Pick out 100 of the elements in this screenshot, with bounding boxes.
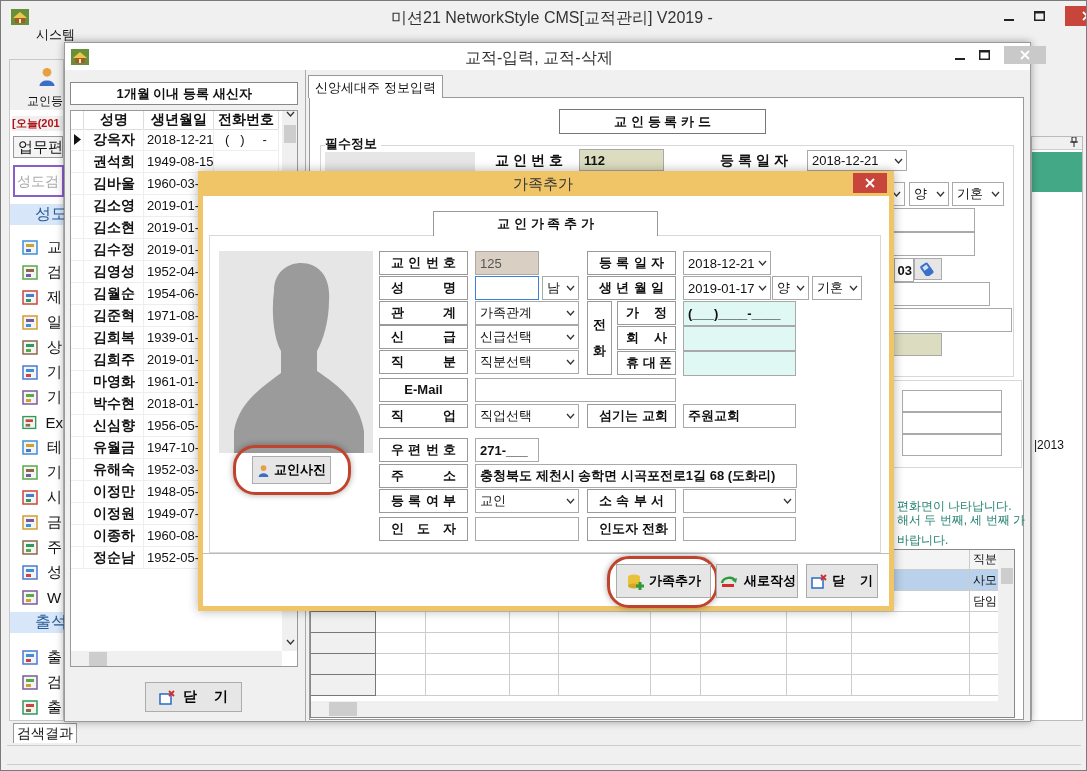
dropdown[interactable]: 신급선택	[475, 325, 579, 349]
tab[interactable]: 신앙세대주 정보입력	[308, 75, 443, 98]
row-marker[interactable]	[71, 415, 84, 437]
sidebar-item[interactable]: 검	[10, 670, 63, 695]
row-marker[interactable]	[71, 129, 84, 151]
row-marker[interactable]	[71, 173, 84, 195]
row-marker[interactable]	[71, 481, 84, 503]
readonly-field[interactable]: 125	[475, 251, 539, 275]
scrollbar[interactable]	[311, 701, 1014, 717]
sidebar-item[interactable]: 테	[10, 435, 63, 460]
table-row[interactable]	[311, 654, 999, 675]
sidebar-item[interactable]: 제	[10, 285, 63, 310]
sidebar-item[interactable]: 시	[10, 485, 63, 510]
menu-item[interactable]: 시스템	[36, 26, 75, 44]
scrollbar[interactable]	[282, 111, 297, 171]
toolbar-button[interactable]: 교인등	[10, 60, 63, 110]
pin-icon[interactable]	[1070, 137, 1078, 147]
row-marker[interactable]	[71, 437, 84, 459]
row-marker[interactable]	[71, 459, 84, 481]
sidebar-item[interactable]: 기	[10, 460, 63, 485]
dropdown[interactable]: 기혼	[812, 276, 862, 300]
close-button[interactable]	[853, 173, 887, 193]
sidebar-item[interactable]: 기	[10, 360, 63, 385]
sidebar-item[interactable]: 주	[10, 535, 63, 560]
sidebar-item[interactable]: Ex	[10, 410, 63, 435]
result-tab[interactable]: 검색결과	[13, 723, 77, 743]
sidebar-item[interactable]: 일	[10, 310, 63, 335]
row-marker[interactable]	[71, 239, 84, 261]
dropdown[interactable]: 2019-01-17	[683, 276, 771, 300]
close-icon[interactable]	[865, 178, 875, 188]
table-cell: 마영화	[84, 371, 144, 393]
field-label: 전화	[587, 301, 612, 375]
dropdown[interactable]: 가족관계	[475, 301, 579, 325]
table-row[interactable]	[311, 675, 999, 696]
sidebar-item[interactable]: 상	[10, 335, 63, 360]
text-field[interactable]	[683, 517, 796, 541]
dropdown[interactable]: 양	[772, 276, 809, 300]
dropdown[interactable]: 2018-12-21	[807, 150, 907, 171]
row-marker[interactable]	[71, 349, 84, 371]
dialog-button[interactable]: 가족추가	[616, 564, 711, 598]
dropdown[interactable]: 교인	[475, 489, 579, 513]
search-field[interactable]: 성도검	[13, 165, 64, 197]
photo-button[interactable]: 교인사진	[252, 456, 331, 484]
column-header[interactable]: 성명	[84, 111, 144, 130]
column-header[interactable]: 생년월일	[144, 111, 214, 130]
phone-button[interactable]	[914, 258, 942, 280]
text-field[interactable]	[475, 378, 676, 402]
phone-field[interactable]: (___)____-____	[683, 301, 796, 326]
readonly-field[interactable]: 112	[579, 149, 664, 171]
dropdown[interactable]: 기혼	[952, 182, 1004, 206]
text-field[interactable]: 271-___	[475, 438, 539, 462]
maximize-icon[interactable]	[979, 50, 990, 60]
close-button[interactable]: 닫 기	[145, 682, 242, 712]
phone-field[interactable]	[683, 351, 796, 376]
dropdown[interactable]	[683, 489, 796, 513]
dropdown[interactable]: 직업선택	[475, 404, 579, 428]
dropdown[interactable]: 직분선택	[475, 350, 579, 374]
sidebar-item[interactable]: W	[10, 585, 63, 610]
sidebar-item[interactable]: 기	[10, 385, 63, 410]
row-marker[interactable]	[71, 525, 84, 547]
text-field[interactable]: 03	[894, 258, 914, 282]
phone-field[interactable]	[683, 326, 796, 351]
text-field[interactable]	[475, 517, 579, 541]
dropdown[interactable]: 남	[542, 276, 579, 300]
sidebar-item[interactable]: 교	[10, 235, 63, 260]
sidebar-item[interactable]: 출	[10, 695, 63, 720]
table-row[interactable]	[311, 633, 999, 654]
maximize-icon[interactable]	[1034, 11, 1045, 21]
dropdown[interactable]: 2018-12-21	[683, 251, 771, 275]
dropdown[interactable]: 양	[909, 182, 949, 206]
scrollbar[interactable]	[282, 611, 297, 651]
row-marker[interactable]	[71, 261, 84, 283]
panel-tab[interactable]: 업무편	[13, 136, 63, 158]
text-field[interactable]	[475, 276, 539, 300]
sidebar-item[interactable]: 성	[10, 560, 63, 585]
row-marker[interactable]	[71, 371, 84, 393]
column-header[interactable]: 전화번호	[214, 111, 279, 130]
table-cell: 정순남	[84, 547, 144, 569]
row-marker[interactable]	[71, 305, 84, 327]
text-field[interactable]: 충청북도 제천시 송학면 시곡포전로1길 68 (도화리)	[475, 464, 797, 488]
row-marker[interactable]	[71, 151, 84, 173]
sidebar-item[interactable]: 금	[10, 510, 63, 535]
table-row[interactable]	[311, 612, 999, 633]
row-marker[interactable]	[71, 547, 84, 569]
row-marker[interactable]	[71, 283, 84, 305]
scrollbar[interactable]	[71, 651, 282, 666]
row-marker[interactable]	[71, 327, 84, 349]
year-text: |2013	[1033, 438, 1065, 452]
row-marker[interactable]	[71, 195, 84, 217]
group-header[interactable]: 출석	[10, 612, 63, 633]
row-marker[interactable]	[71, 393, 84, 415]
sidebar-item[interactable]: 검	[10, 260, 63, 285]
sidebar-item[interactable]: 출	[10, 645, 63, 670]
dialog-button[interactable]: 새로작성	[716, 564, 798, 598]
row-marker[interactable]	[71, 217, 84, 239]
dialog-button[interactable]: 닫 기	[806, 564, 878, 598]
scrollbar[interactable]	[998, 550, 1014, 701]
group-header[interactable]: 성도	[10, 204, 63, 225]
text-field[interactable]: 주원교회	[683, 404, 796, 428]
row-marker[interactable]	[71, 503, 84, 525]
